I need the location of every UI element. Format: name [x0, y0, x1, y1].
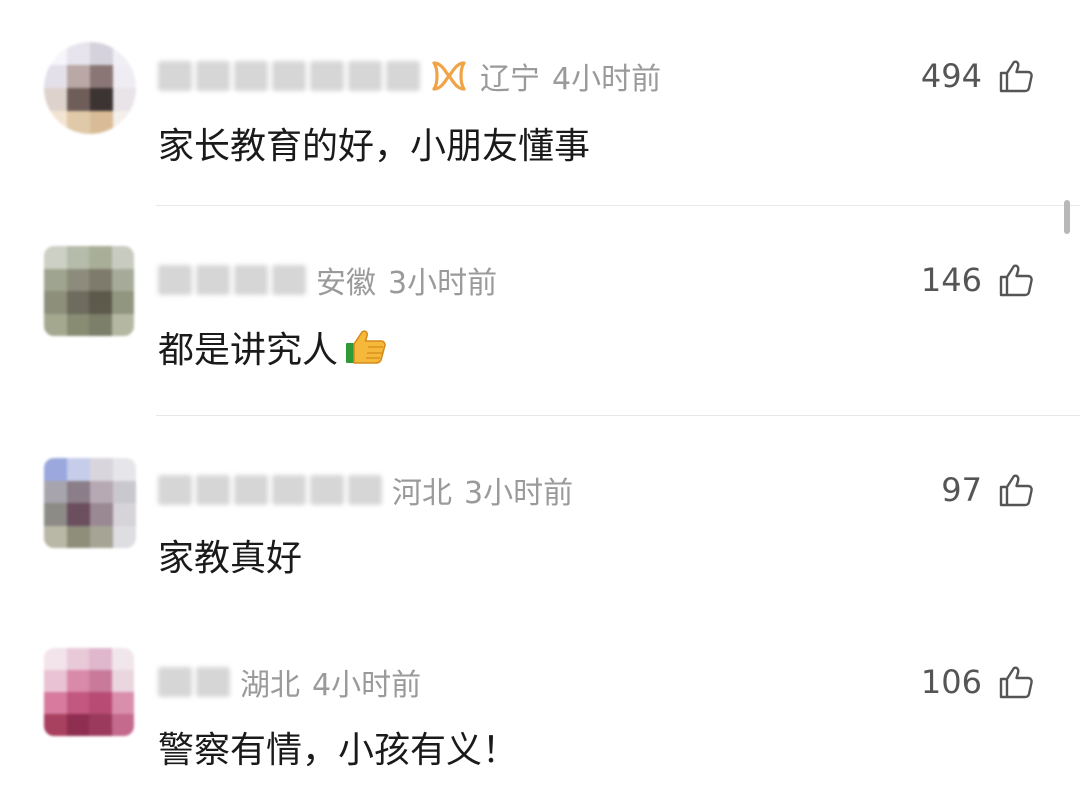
thumbs-up-icon[interactable]	[998, 472, 1034, 508]
avatar[interactable]	[44, 648, 134, 736]
region-label: 河北	[392, 476, 452, 511]
divider	[156, 415, 1080, 416]
like-button[interactable]: 97	[941, 470, 1034, 510]
nickname[interactable]	[158, 475, 382, 505]
scrollbar[interactable]	[1064, 200, 1070, 234]
nickname[interactable]	[158, 61, 420, 91]
thumbs-up-icon[interactable]	[998, 664, 1034, 700]
thumbs-up-icon[interactable]	[998, 262, 1034, 298]
comment-text: 家长教育的好，小朋友懂事	[158, 126, 591, 167]
comment-meta: 辽宁 4小时前	[158, 56, 662, 97]
comment-text: 都是讲究人	[158, 322, 388, 372]
comment-text: 家教真好	[158, 538, 303, 579]
avatar[interactable]	[44, 42, 136, 134]
region-label: 辽宁	[480, 62, 540, 97]
like-count: 106	[920, 663, 982, 701]
comment-text-body: 都是讲究人	[158, 330, 339, 371]
vip-badge-icon	[430, 59, 468, 93]
avatar[interactable]	[44, 246, 134, 336]
comment-meta: 湖北 4小时前	[158, 662, 422, 703]
like-button[interactable]: 106	[921, 662, 1034, 702]
like-button[interactable]: 494	[921, 56, 1034, 96]
comment-text: 警察有情，小孩有义！	[158, 730, 519, 771]
thumbs-up-emoji-icon	[344, 327, 388, 367]
thumbs-up-icon[interactable]	[998, 58, 1034, 94]
timestamp: 4小时前	[552, 62, 662, 97]
nickname[interactable]	[158, 667, 230, 697]
nickname[interactable]	[158, 265, 306, 295]
avatar[interactable]	[44, 458, 136, 548]
like-count: 494	[920, 57, 982, 95]
region-label: 湖北	[240, 668, 300, 703]
timestamp: 3小时前	[464, 476, 574, 511]
comment-meta: 河北 3小时前	[158, 470, 574, 511]
like-count: 97	[941, 471, 982, 509]
timestamp: 3小时前	[388, 266, 498, 301]
divider	[156, 205, 1080, 206]
like-button[interactable]: 146	[921, 260, 1034, 300]
timestamp: 4小时前	[312, 668, 422, 703]
comment-meta: 安徽 3小时前	[158, 260, 498, 301]
region-label: 安徽	[316, 266, 376, 301]
like-count: 146	[920, 261, 982, 299]
